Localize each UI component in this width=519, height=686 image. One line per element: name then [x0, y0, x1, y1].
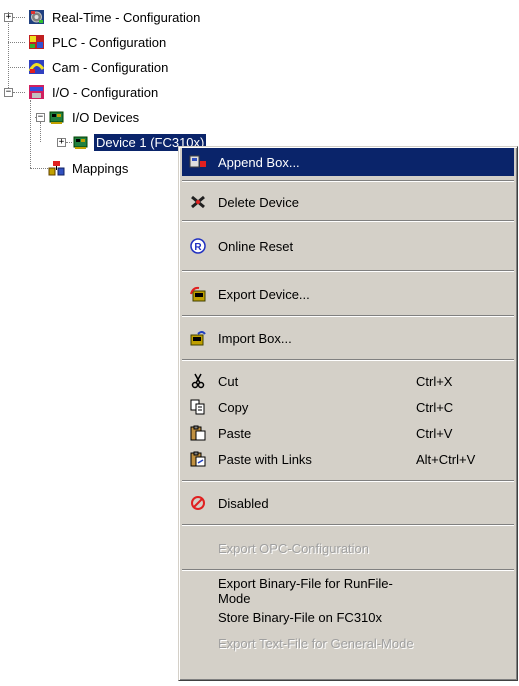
menu-item-paste[interactable]: Paste Ctrl+V	[182, 419, 514, 447]
menu-item-label: Copy	[218, 399, 249, 415]
menu-item-label: Delete Device	[218, 194, 299, 210]
menu-item-label: Append Box...	[218, 154, 300, 170]
tree-item-label: I/O - Configuration	[52, 84, 159, 100]
menu-item-label: Paste	[218, 425, 252, 441]
menu-separator	[182, 220, 514, 222]
menu-item-label: Store Binary-File on FC310x	[218, 609, 383, 625]
tree-item-plc[interactable]: PLC - Configuration	[28, 32, 168, 52]
tree-item-label: PLC - Configuration	[52, 34, 167, 50]
menu-item-shortcut: Ctrl+C	[416, 399, 454, 415]
menu-item-paste-with-links[interactable]: Paste with Links Alt+Ctrl+V	[182, 445, 514, 473]
cam-config-icon	[28, 60, 45, 74]
menu-item-shortcut: Ctrl+X	[416, 373, 453, 389]
scissors-icon	[188, 371, 208, 391]
device-card-icon	[73, 136, 88, 149]
menu-item-shortcut: Alt+Ctrl+V	[416, 451, 476, 467]
tree-line	[8, 12, 9, 92]
tree-item-label: Real-Time - Configuration	[52, 9, 201, 25]
menu-item-label: Export Device...	[218, 286, 310, 302]
io-devices-icon	[49, 111, 64, 124]
menu-item-export-device[interactable]: Export Device...	[182, 280, 514, 308]
tree-line	[30, 168, 50, 169]
append-box-icon	[188, 152, 208, 172]
menu-item-import-box[interactable]: Import Box...	[182, 324, 514, 352]
menu-item-label: Export Binary-File for RunFile-Mode	[218, 576, 393, 606]
paste-links-icon	[188, 449, 208, 469]
tree-item-realtime[interactable]: Real-Time - Configuration	[28, 7, 202, 27]
tree-item-mappings[interactable]: Mappings	[48, 158, 130, 178]
menu-item-label: Paste with Links	[218, 451, 312, 467]
menu-item-label: Disabled	[218, 495, 269, 511]
menu-separator	[182, 569, 514, 571]
collapse-io-devices-button[interactable]: −	[36, 113, 45, 122]
tree-item-label: I/O Devices	[72, 109, 140, 125]
menu-item-label: Export Text-File for General-Mode	[218, 635, 414, 651]
copy-icon	[188, 397, 208, 417]
expand-realtime-button[interactable]: +	[4, 13, 13, 22]
tree-item-io[interactable]: I/O - Configuration	[28, 82, 160, 102]
menu-separator	[182, 315, 514, 317]
tree-item-cam[interactable]: Cam - Configuration	[28, 57, 170, 77]
menu-item-store-binary[interactable]: Store Binary-File on FC310x	[182, 603, 514, 631]
menu-item-export-text[interactable]: Export Text-File for General-Mode	[182, 629, 514, 657]
delete-device-icon	[188, 192, 208, 212]
menu-item-disabled[interactable]: Disabled	[182, 489, 514, 517]
import-box-icon	[188, 328, 208, 348]
menu-item-label: Import Box...	[218, 330, 292, 346]
menu-item-label: Export OPC-Configuration	[218, 540, 370, 556]
tree-item-label: Mappings	[72, 160, 129, 176]
menu-separator	[182, 359, 514, 361]
menu-item-shortcut: Ctrl+V	[416, 425, 453, 441]
menu-item-online-reset[interactable]: R Online Reset	[182, 232, 514, 260]
tree-line	[13, 92, 25, 93]
menu-separator	[182, 270, 514, 272]
collapse-io-button[interactable]: −	[4, 88, 13, 97]
menu-item-export-opc[interactable]: Export OPC-Configuration	[182, 534, 514, 562]
plc-config-icon	[29, 35, 44, 49]
tree-item-label: Cam - Configuration	[52, 59, 169, 75]
tree-line	[8, 67, 25, 68]
disabled-icon	[188, 493, 208, 513]
realtime-config-icon	[29, 10, 44, 24]
tree-line	[8, 42, 25, 43]
menu-item-delete-device[interactable]: Delete Device	[182, 188, 514, 216]
menu-item-label: Cut	[218, 373, 239, 389]
tree-line	[40, 122, 41, 142]
expand-device-button[interactable]: +	[57, 138, 66, 147]
mappings-icon	[48, 161, 65, 176]
menu-item-append-box[interactable]: Append Box...	[182, 148, 514, 176]
menu-item-label: Online Reset	[218, 238, 294, 254]
context-menu: Append Box... Delete Device R Online Res…	[178, 146, 518, 681]
menu-separator	[182, 524, 514, 526]
menu-item-copy[interactable]: Copy Ctrl+C	[182, 393, 514, 421]
tree-line	[30, 100, 31, 168]
export-device-icon	[188, 284, 208, 304]
paste-icon	[188, 423, 208, 443]
online-reset-icon: R	[188, 236, 208, 256]
menu-separator	[182, 480, 514, 482]
tree-item-io-devices[interactable]: I/O Devices	[48, 107, 141, 127]
io-config-icon	[29, 85, 44, 99]
menu-item-cut[interactable]: Cut Ctrl+X	[182, 367, 514, 395]
svg-text:R: R	[194, 242, 202, 253]
menu-separator	[182, 180, 514, 182]
menu-item-export-binary[interactable]: Export Binary-File for RunFile-Mode	[182, 576, 514, 606]
tree-line	[13, 17, 25, 18]
